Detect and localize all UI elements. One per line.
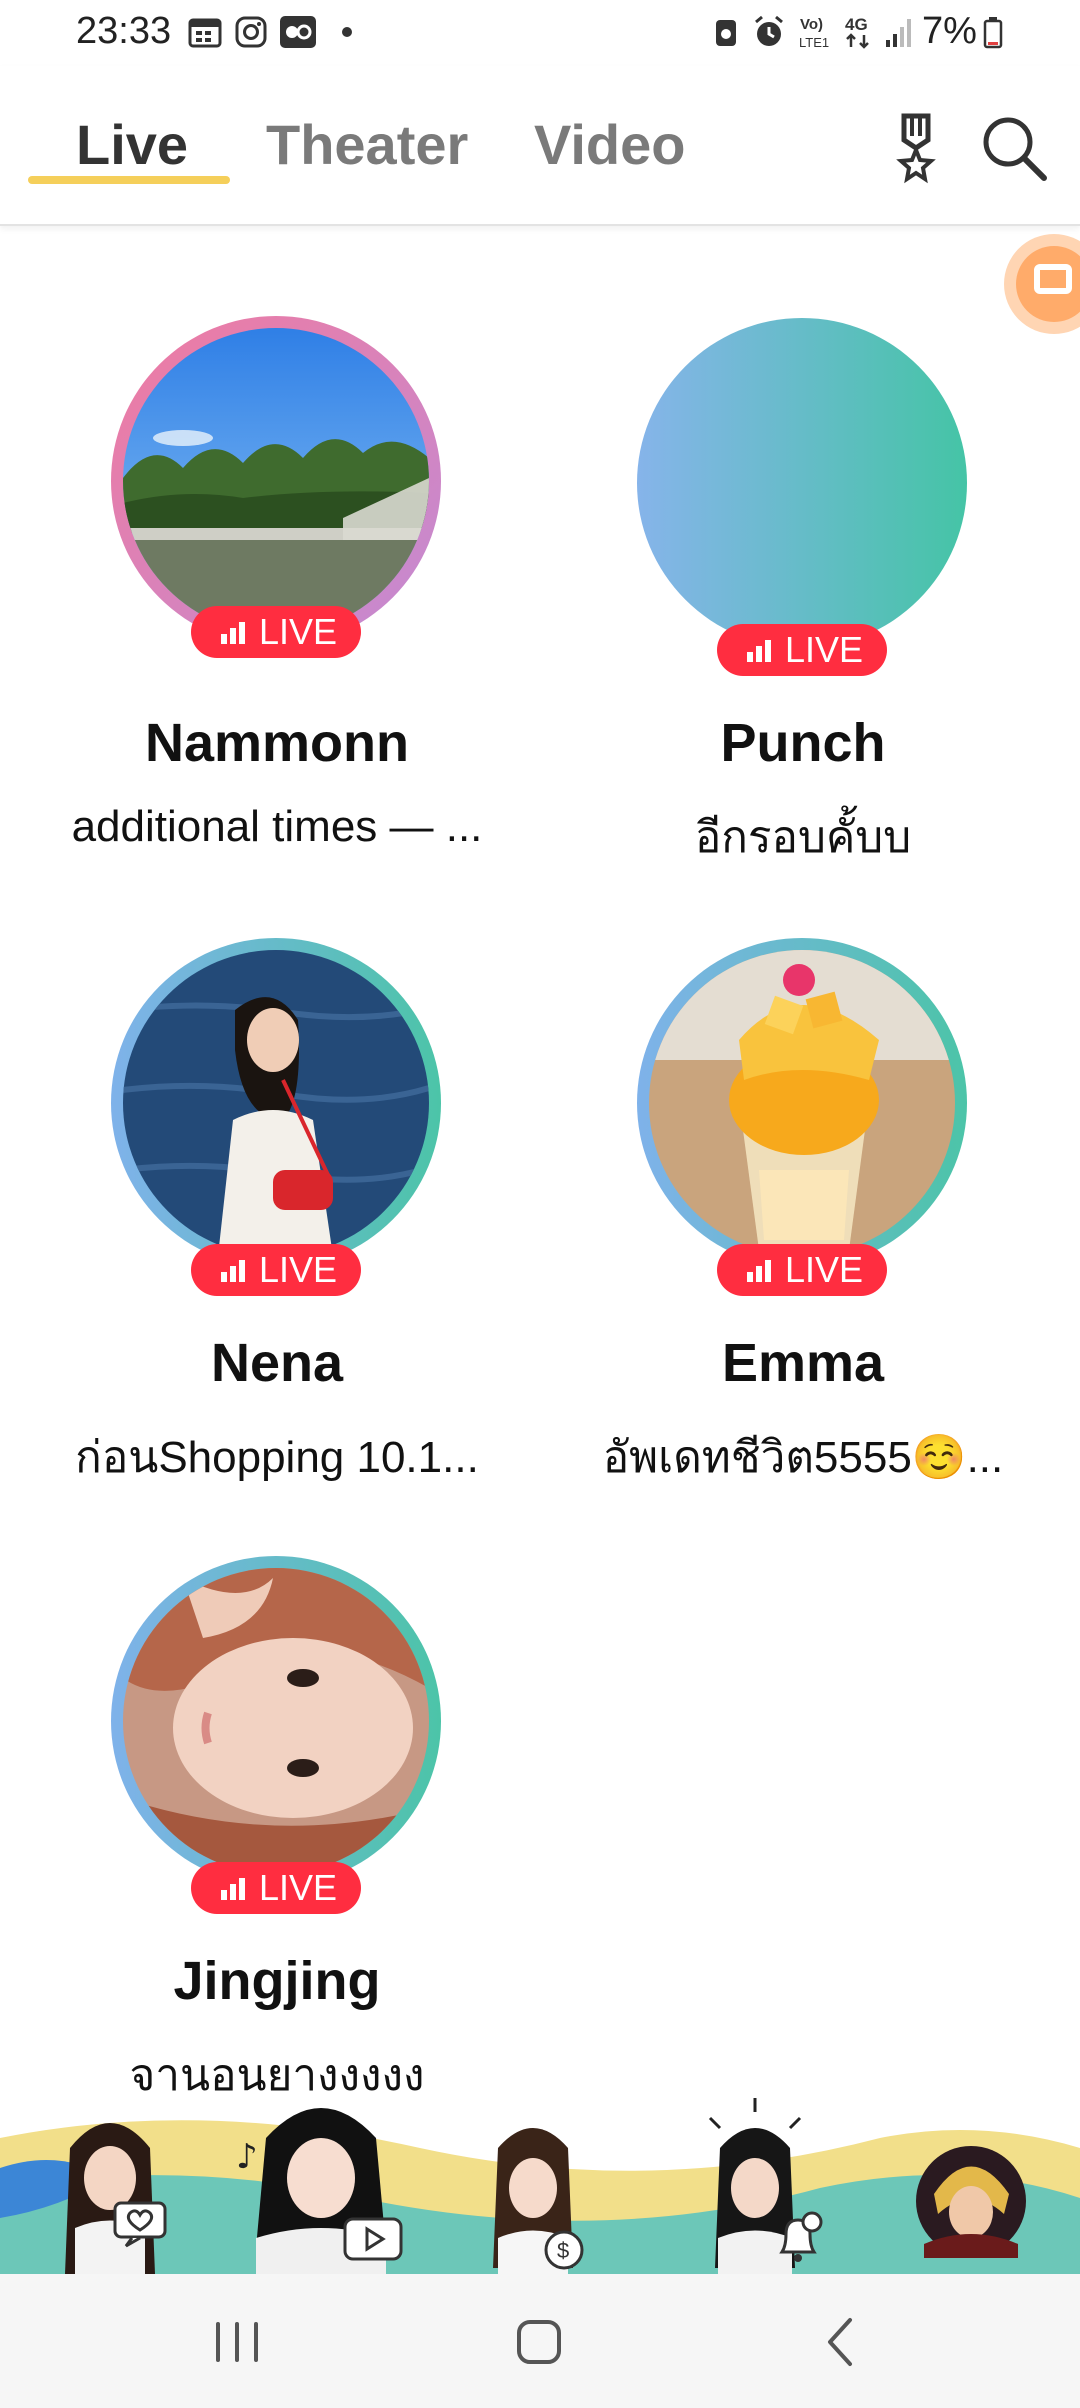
video-camera-icon [1034, 264, 1072, 294]
stream-thumbnail [123, 328, 429, 634]
streamer-name: Emma [721, 1333, 885, 1393]
avatar-ring [111, 938, 441, 1268]
home-icon[interactable] [504, 2310, 574, 2374]
streamer-name: Nena [210, 1333, 344, 1393]
stream-card-emma[interactable]: LIVE Emma อัพเดทชีวิต5555☺️... [526, 938, 1066, 1528]
live-bars-icon [221, 1260, 249, 1282]
stream-card-nammonn[interactable]: LIVE Nammonn additional times — ... [0, 316, 540, 906]
search-icon[interactable] [976, 110, 1052, 186]
avatar-ring [111, 316, 441, 646]
alarm-icon [755, 15, 783, 46]
svg-text:$: $ [557, 2238, 569, 2263]
svg-text:Vo): Vo) [800, 16, 823, 33]
status-bar: 23:33 Vo) LTE1 4G 7% [0, 0, 1080, 66]
dot-icon [342, 27, 352, 37]
avatar-placeholder [637, 318, 967, 648]
active-tab-indicator [28, 176, 230, 184]
live-badge-label: LIVE [259, 1249, 338, 1290]
battery-icon [983, 17, 1003, 49]
status-time: 23:33 [76, 10, 172, 52]
stream-caption: additional times — ... [71, 802, 483, 851]
streamer-name: Punch [720, 713, 886, 773]
top-tab-bar: Live Theater Video [0, 66, 1080, 226]
bell-icon [779, 2211, 823, 2262]
stream-thumbnail [649, 950, 955, 1256]
avatar[interactable] [914, 2144, 1028, 2258]
battery-level: 7% [922, 10, 977, 52]
calendar-icon [188, 18, 222, 48]
tab-theater[interactable]: Theater [266, 112, 468, 177]
live-bars-icon [747, 640, 775, 662]
app-icon [280, 16, 316, 48]
tab-live[interactable]: Live [76, 112, 188, 177]
signal-icon [886, 19, 911, 47]
stream-thumbnail [123, 950, 429, 1256]
stream-card-jingjing[interactable]: LIVE Jingjing จานอนยางงงงง [0, 1556, 540, 2146]
streamer-name: Jingjing [173, 1951, 381, 2011]
stream-card-punch[interactable]: LIVE Punch อีกรอบคั้บบ [526, 318, 1066, 908]
back-icon[interactable] [806, 2310, 876, 2374]
live-bars-icon [747, 1260, 775, 1282]
live-badge-label: LIVE [785, 629, 864, 670]
tab-video[interactable]: Video [534, 112, 685, 177]
promo-banner[interactable]: ♪ $ [0, 2098, 1080, 2274]
svg-text:LTE1: LTE1 [799, 35, 829, 50]
system-nav-bar [0, 2274, 1080, 2408]
live-badge: LIVE [717, 624, 887, 676]
live-badge-label: LIVE [785, 1249, 864, 1290]
avatar-ring [111, 1556, 441, 1886]
heart-message-icon [113, 2201, 167, 2248]
stream-caption: ก่อนShopping 10.1... [75, 1433, 479, 1482]
svg-text:4G: 4G [845, 15, 868, 34]
stream-caption: อีกรอบคั้บบ [694, 813, 912, 862]
live-badge: LIVE [191, 1244, 361, 1296]
live-badge-label: LIVE [259, 1867, 338, 1908]
coin-icon: $ [544, 2230, 584, 2270]
instagram-icon [235, 16, 267, 48]
4g-icon: 4G [845, 15, 869, 49]
live-bars-icon [221, 622, 249, 644]
live-badge: LIVE [191, 606, 361, 658]
stream-caption: อัพเดทชีวิต5555☺️... [602, 1433, 1004, 1482]
stream-thumbnail [123, 1568, 429, 1874]
recent-apps-icon[interactable] [202, 2310, 272, 2374]
avatar-ring [637, 938, 967, 1268]
live-badge-label: LIVE [259, 611, 338, 652]
svg-text:♪: ♪ [236, 2137, 258, 2177]
live-bars-icon [221, 1878, 249, 1900]
live-badge: LIVE [717, 1244, 887, 1296]
recycle-icon [716, 20, 736, 46]
stream-card-nena[interactable]: LIVE Nena ก่อนShopping 10.1... [0, 938, 540, 1528]
live-badge: LIVE [191, 1862, 361, 1914]
volte-icon: Vo) LTE1 [799, 16, 829, 50]
play-icon [343, 2217, 403, 2261]
streamer-name: Nammonn [144, 713, 409, 773]
medal-icon[interactable] [878, 110, 954, 186]
